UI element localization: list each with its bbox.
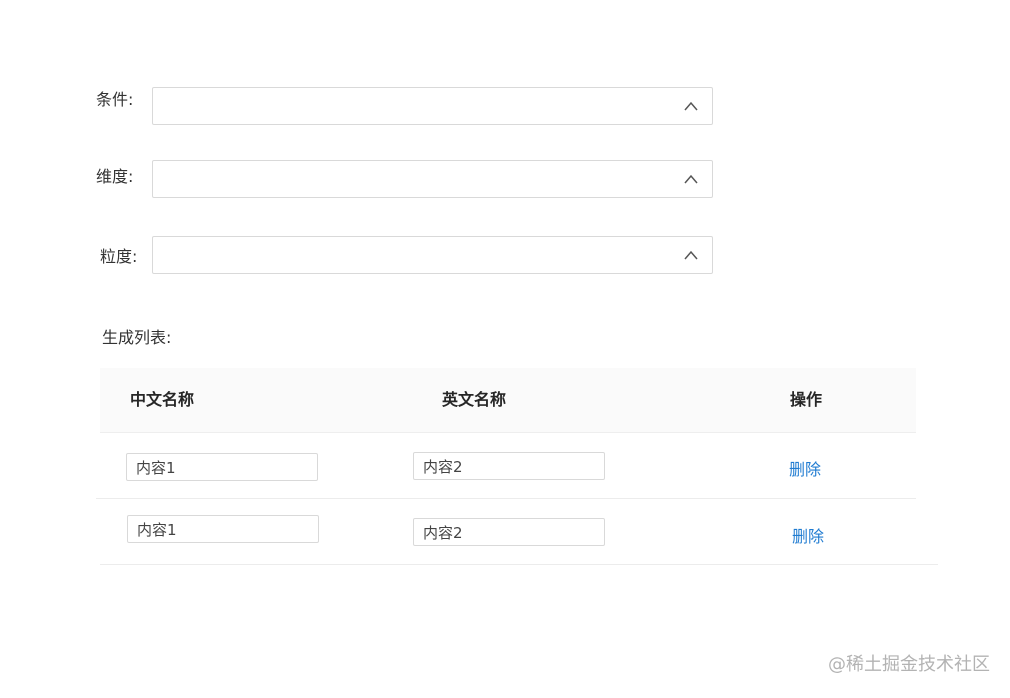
dimension-row: 维度: [96, 160, 716, 198]
chevron-up-icon [684, 101, 698, 111]
column-header-action: 操作 [790, 390, 823, 409]
en-name-input[interactable] [413, 452, 605, 480]
watermark: @稀土掘金技术社区 [828, 654, 990, 675]
list-section-label: 生成列表: [102, 328, 172, 347]
condition-label: 条件: [96, 90, 134, 109]
en-name-input[interactable] [413, 518, 605, 546]
chevron-up-icon [684, 250, 698, 260]
cn-name-input[interactable] [127, 515, 319, 543]
form-page: 条件: 维度: 粒度: 生成列表: 中文名称 英文名称 操作 内容1 内容2 删… [0, 0, 1010, 698]
dimension-label: 维度: [96, 167, 134, 186]
column-header-cn-name: 中文名称 [130, 390, 195, 409]
row-divider [100, 564, 938, 565]
cn-name-input[interactable] [126, 453, 318, 481]
granularity-select[interactable] [152, 236, 713, 274]
dimension-select[interactable] [152, 160, 713, 198]
chevron-up-icon [684, 174, 698, 184]
delete-link[interactable]: 删除 [792, 523, 824, 547]
granularity-label: 粒度: [100, 247, 138, 266]
column-header-en-name: 英文名称 [442, 390, 507, 409]
delete-link[interactable]: 删除 [789, 456, 821, 480]
table-header: 中文名称 英文名称 操作 [100, 368, 916, 433]
granularity-row: 粒度: [100, 236, 716, 274]
condition-row: 条件: [96, 87, 716, 125]
condition-select[interactable] [152, 87, 713, 125]
row-divider [96, 498, 916, 499]
